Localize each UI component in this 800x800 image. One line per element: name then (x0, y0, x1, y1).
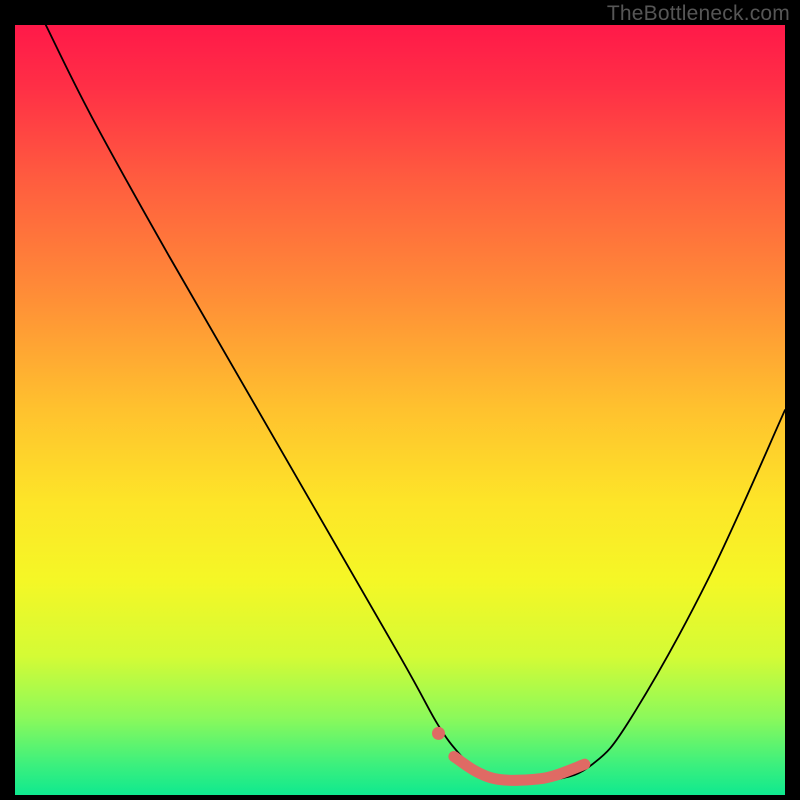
gradient-background (15, 25, 785, 795)
chart-frame: TheBottleneck.com (0, 0, 800, 800)
watermark-text: TheBottleneck.com (607, 2, 790, 26)
plot-area (15, 25, 785, 795)
chart-svg (15, 25, 785, 795)
highlight-dot (432, 727, 445, 740)
